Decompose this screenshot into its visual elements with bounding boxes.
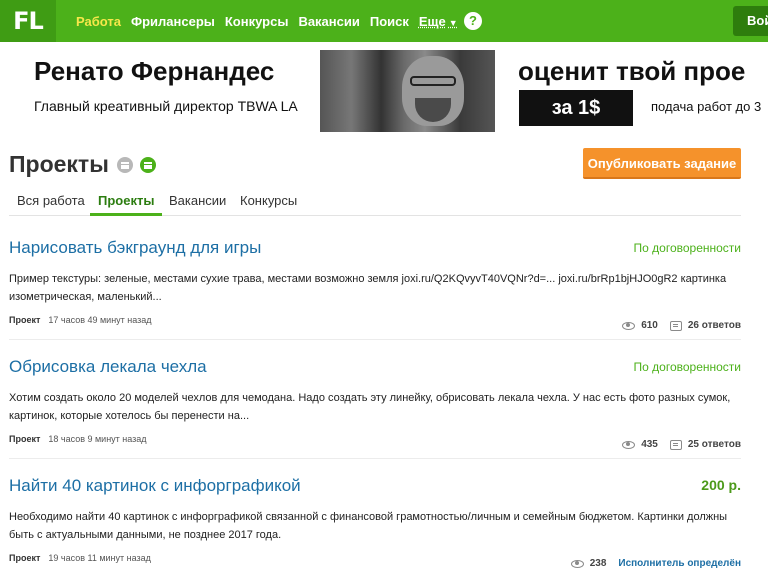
banner-name: Ренато Фернандес: [34, 56, 275, 86]
nav-link-search[interactable]: Поиск: [370, 14, 409, 29]
eye-icon: [622, 440, 636, 449]
project-time: 19 часов 11 минут назад: [48, 553, 151, 563]
banner-price: за 1$: [519, 90, 633, 126]
tab-contests[interactable]: Конкурсы: [232, 190, 305, 216]
glasses-shape: [410, 76, 456, 86]
nav-link-freelancers[interactable]: Фрилансеры: [131, 14, 215, 29]
more-label: Еще: [418, 13, 446, 29]
divider: [9, 458, 741, 459]
nav-link-contests[interactable]: Конкурсы: [225, 14, 289, 29]
project-stats: 435 25 ответов: [622, 439, 741, 450]
rss-icon[interactable]: [140, 157, 156, 173]
view-count: 610: [641, 320, 658, 331]
project-description: Хотим создать около 20 моделей чехлов дл…: [9, 392, 731, 422]
project-budget: 200 р.: [701, 477, 741, 493]
project-budget: По договоренности: [633, 241, 741, 255]
eye-icon: [622, 321, 636, 330]
project-stats: 238 Исполнитель определён: [570, 558, 741, 569]
nav-link-vacancies[interactable]: Вакансии: [298, 14, 359, 29]
project-description: Необходимо найти 40 картинок с инфорграф…: [9, 511, 728, 541]
executor-status[interactable]: Исполнитель определён: [618, 558, 741, 569]
answer-count[interactable]: 26 ответов: [688, 320, 741, 331]
publish-task-button[interactable]: Опубликовать задание: [583, 148, 741, 179]
help-icon[interactable]: ?: [464, 12, 482, 30]
login-button[interactable]: Вой: [733, 6, 768, 36]
tab-all-work[interactable]: Вся работа: [9, 190, 93, 216]
project-time: 17 часов 49 минут назад: [48, 315, 152, 325]
logo-text: FL: [13, 7, 44, 35]
comment-icon: [669, 439, 682, 450]
view-count: 238: [589, 558, 607, 569]
project-description: Пример текстуры: зеленые, местами сухие …: [9, 273, 727, 303]
tab-bar: Вся работа Проекты Вакансии Конкурсы: [9, 190, 741, 216]
project-stats: 610 26 ответов: [622, 320, 741, 331]
chevron-down-icon: ▼: [448, 17, 458, 28]
banner-role: Главный креативный директор TBWA LA: [34, 98, 298, 114]
project-budget: По договоренности: [633, 360, 741, 374]
top-navigation: FL Работа Фрилансеры Конкурсы Вакансии П…: [0, 0, 768, 42]
nav-link-work[interactable]: Работа: [76, 14, 121, 29]
fl-logo[interactable]: FL: [0, 0, 56, 42]
view-count: 435: [641, 439, 658, 450]
project-meta: Проект 18 часов 9 минут назад: [9, 434, 147, 444]
project-title[interactable]: Обрисовка лекала чехла: [9, 357, 207, 377]
project-type: Проект: [9, 553, 41, 563]
tab-vacancies[interactable]: Вакансии: [161, 190, 234, 216]
project-type: Проект: [9, 434, 41, 444]
nav-links: Работа Фрилансеры Конкурсы Вакансии Поис…: [76, 0, 468, 42]
promo-banner[interactable]: Ренато Фернандес Главный креативный дире…: [0, 42, 768, 138]
banner-deadline: подача работ до 3: [651, 99, 762, 114]
project-title[interactable]: Нарисовать бэкграунд для игры: [9, 238, 261, 258]
list-icon[interactable]: [117, 157, 133, 173]
eye-icon: [570, 559, 584, 568]
banner-headline: оценит твой прое: [518, 56, 746, 86]
project-time: 18 часов 9 минут назад: [48, 434, 147, 444]
project-title[interactable]: Найти 40 картинок с инфорграфикой: [9, 476, 301, 496]
project-meta: Проект 19 часов 11 минут назад: [9, 553, 151, 563]
project-meta: Проект 17 часов 49 минут назад: [9, 315, 152, 325]
list-bars: [121, 161, 129, 169]
project-type: Проект: [9, 315, 41, 325]
divider: [9, 339, 741, 340]
comment-icon: [669, 320, 682, 331]
banner-photo: [320, 50, 495, 132]
page-title: Проекты: [9, 151, 109, 177]
tab-projects[interactable]: Проекты: [90, 190, 163, 216]
nav-link-more[interactable]: Еще ▼: [419, 14, 458, 29]
answer-count[interactable]: 25 ответов: [688, 439, 741, 450]
rss-bars: [144, 161, 152, 169]
